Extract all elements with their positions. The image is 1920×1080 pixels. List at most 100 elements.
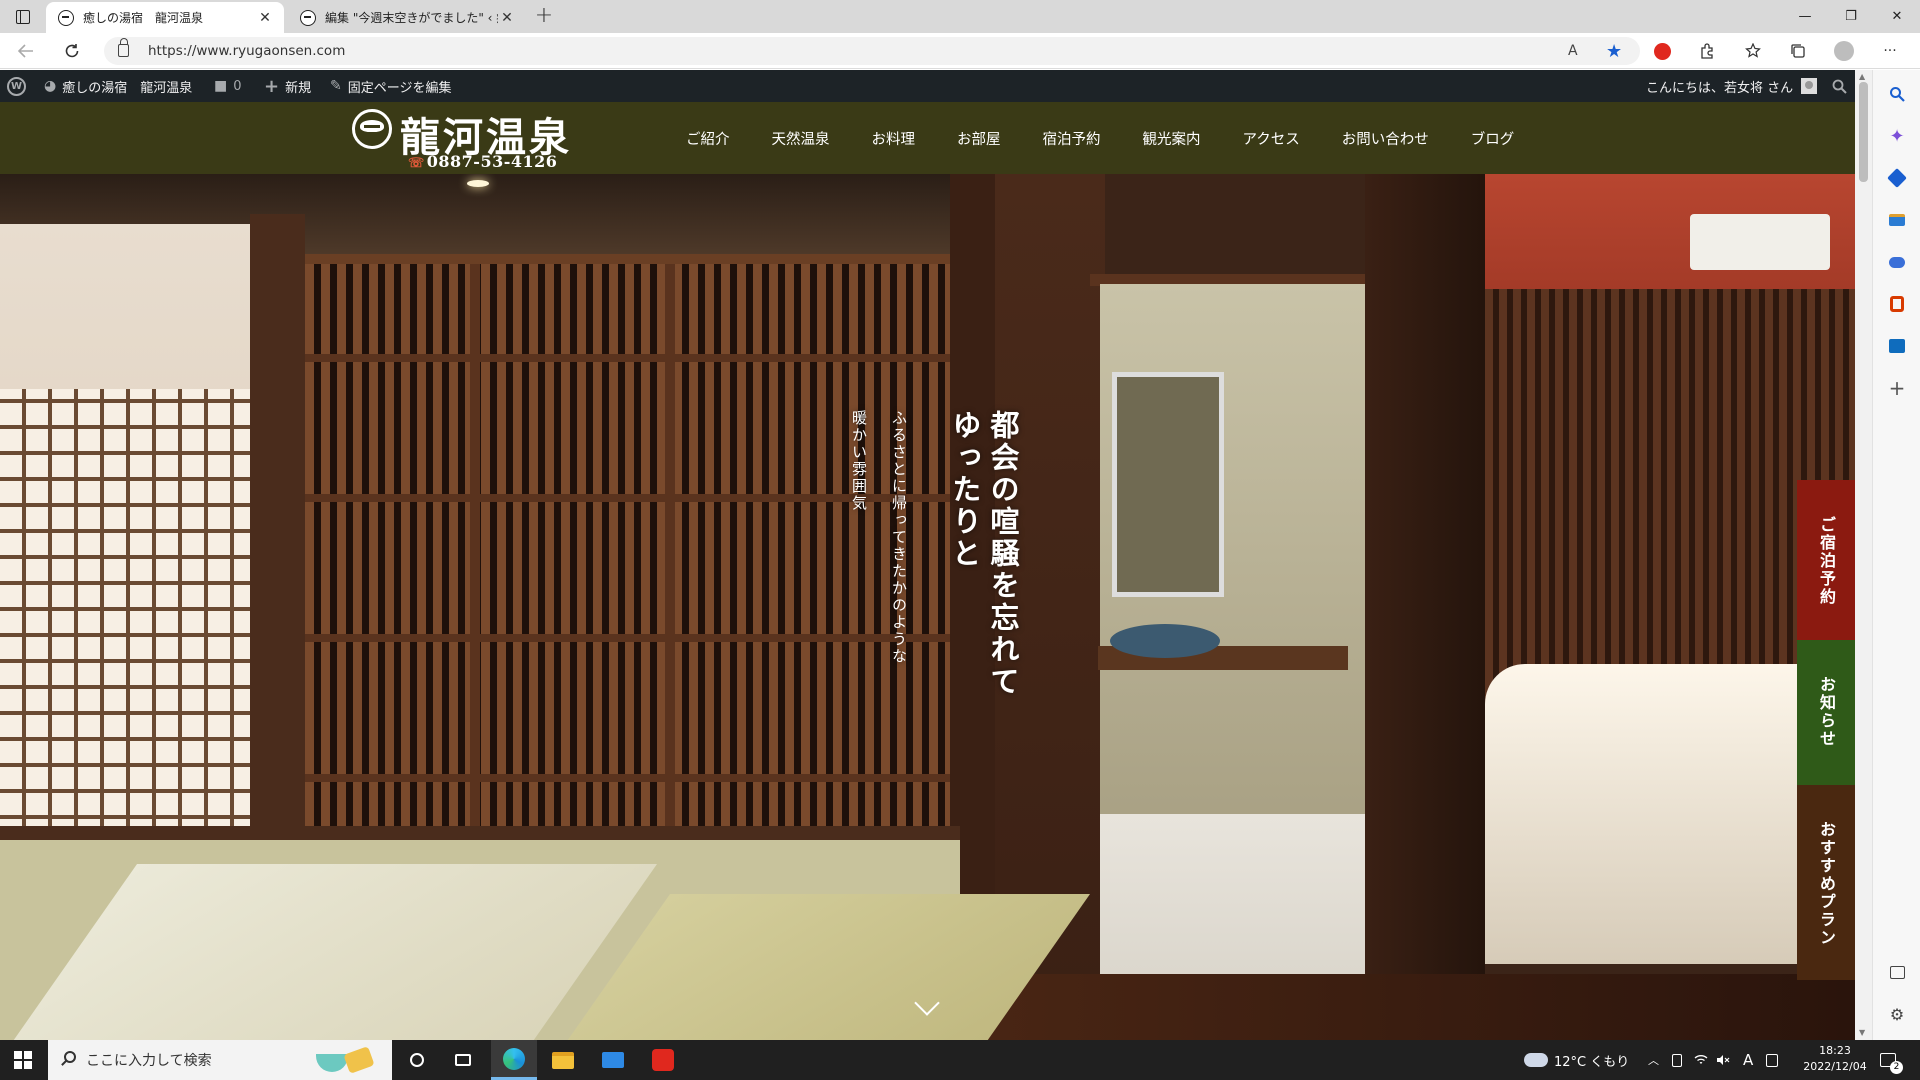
taskbar-mail-app[interactable] xyxy=(590,1040,636,1080)
sidebar-search-icon[interactable] xyxy=(1885,82,1909,106)
nav-item-contact[interactable]: お問い合わせ xyxy=(1321,128,1450,149)
hide-sidebar-icon[interactable] xyxy=(1885,960,1909,984)
phone-number: 0887-53-4126 xyxy=(426,152,558,171)
settings-menu-button[interactable]: ··· xyxy=(1880,41,1900,61)
back-button[interactable] xyxy=(12,39,40,63)
side-tab-recommended-plan[interactable]: おすすめプラン xyxy=(1797,785,1855,980)
tab-close-button[interactable]: ✕ xyxy=(256,10,274,26)
ime-indicator[interactable]: A xyxy=(1743,1040,1753,1080)
taskbar-app-red[interactable] xyxy=(640,1040,686,1080)
network-icon[interactable] xyxy=(1694,1040,1708,1080)
extensions-puzzle-icon[interactable] xyxy=(1697,41,1717,61)
mirror xyxy=(1112,372,1224,597)
page-scrollbar[interactable]: ▲ ▼ xyxy=(1855,70,1872,1040)
comments-count: 0 xyxy=(233,78,242,94)
add-sidebar-app-icon[interactable]: + xyxy=(1885,376,1909,400)
profile-avatar-icon[interactable] xyxy=(1834,41,1854,61)
sidebar-settings-gear-icon[interactable]: ⚙ xyxy=(1885,1002,1909,1026)
site-header: 龍河温泉 ☏ 0887-53-4126 ご紹介 天然温泉 お料理 お部屋 宿泊予約… xyxy=(0,102,1855,174)
tab-close-button[interactable]: ✕ xyxy=(498,10,516,26)
address-bar[interactable]: https://www.ryugaonsen.com A ★ xyxy=(104,37,1640,65)
wp-logo-button[interactable]: W xyxy=(7,70,26,102)
url-text: https://www.ryugaonsen.com xyxy=(148,43,346,59)
taskbar-clock[interactable]: 18:23 2022/12/04 xyxy=(1800,1043,1870,1075)
read-aloud-icon[interactable]: A xyxy=(1568,37,1578,65)
favorite-star-icon[interactable]: ★ xyxy=(1606,37,1622,65)
favorites-icon[interactable] xyxy=(1744,41,1764,61)
notification-bell-icon[interactable] xyxy=(1766,1040,1778,1080)
dashboard-icon: ◕ xyxy=(44,78,57,94)
hero-headline-line2: ゆったりと xyxy=(948,410,982,570)
tab-edit-post[interactable]: 編集 "今週末空きがでました" ‹ 癒し ✕ xyxy=(288,2,526,33)
nav-item-reservation[interactable]: 宿泊予約 xyxy=(1022,128,1122,149)
browser-toolbar: https://www.ryugaonsen.com A ★ ··· xyxy=(0,33,1920,69)
close-window-button[interactable]: ✕ xyxy=(1874,0,1920,33)
site-favicon-icon xyxy=(300,9,316,26)
tab-actions-button[interactable] xyxy=(8,6,38,28)
battery-icon[interactable] xyxy=(1672,1040,1682,1080)
volume-muted-icon[interactable] xyxy=(1716,1040,1730,1080)
tab-actions-icon xyxy=(16,10,30,24)
outlook-icon[interactable] xyxy=(1885,334,1909,358)
clock-time: 18:23 xyxy=(1819,1044,1851,1057)
sink xyxy=(1110,624,1220,658)
nav-item-rooms[interactable]: お部屋 xyxy=(936,128,1022,149)
ryuga-logo-icon[interactable] xyxy=(352,109,392,149)
hero-subtext-line1: ふるさとに帰ってきたかのような xyxy=(890,410,908,665)
taskbar-search-placeholder: ここに入力して検索 xyxy=(86,1053,212,1069)
nav-item-cuisine[interactable]: お料理 xyxy=(851,128,937,149)
wp-site-name-link[interactable]: ◕ 癒しの湯宿 龍河温泉 xyxy=(44,70,192,102)
notification-count: 2 xyxy=(1890,1061,1903,1074)
side-tab-news[interactable]: お知らせ xyxy=(1797,640,1855,785)
wp-new-label: 新規 xyxy=(285,80,312,96)
nav-item-blog[interactable]: ブログ xyxy=(1450,128,1536,149)
wp-new-link[interactable]: + 新規 xyxy=(264,70,311,102)
pencil-icon: ✎ xyxy=(330,78,342,94)
wp-comments-link[interactable]: ■ 0 xyxy=(214,70,242,102)
wp-edit-page-link[interactable]: ✎ 固定ページを編集 xyxy=(330,70,451,102)
cortana-button[interactable] xyxy=(394,1040,440,1080)
copilot-sparkle-icon[interactable]: ✦ xyxy=(1885,124,1909,148)
refresh-button[interactable] xyxy=(58,39,86,63)
new-tab-button[interactable]: + xyxy=(530,4,558,28)
ceiling-lamp xyxy=(467,180,489,187)
wp-account-menu[interactable]: こんにちは、若女将 さん xyxy=(1646,70,1818,102)
taskbar-file-explorer[interactable] xyxy=(540,1040,586,1080)
folder-icon xyxy=(552,1051,574,1069)
extension-red-icon[interactable] xyxy=(1652,41,1672,61)
cortana-circle-icon xyxy=(410,1053,424,1067)
scrollbar-thumb[interactable] xyxy=(1859,82,1868,182)
taskbar-search-box[interactable]: ここに入力して検索 xyxy=(48,1040,392,1080)
nav-item-sightseeing[interactable]: 観光案内 xyxy=(1122,128,1222,149)
office-icon[interactable] xyxy=(1885,292,1909,316)
wordpress-logo-icon: W xyxy=(7,76,26,96)
windows-start-icon[interactable] xyxy=(14,1051,32,1069)
show-hidden-icons-button[interactable]: ︿ xyxy=(1648,1040,1659,1080)
hero-headline-line1: 都会の喧騒を忘れて xyxy=(986,410,1020,698)
restore-button[interactable]: ❐ xyxy=(1828,0,1874,33)
side-tab-reservation[interactable]: ご宿泊予約 xyxy=(1797,480,1855,640)
tab-ryugaonsen[interactable]: 癒しの湯宿 龍河温泉 ✕ xyxy=(46,2,284,33)
minimize-button[interactable]: — xyxy=(1782,0,1828,33)
wp-search-button[interactable] xyxy=(1832,70,1847,102)
nav-item-onsen[interactable]: 天然温泉 xyxy=(751,128,851,149)
nav-item-access[interactable]: アクセス xyxy=(1222,128,1321,149)
nav-item-intro[interactable]: ご紹介 xyxy=(665,128,751,149)
clock-date: 2022/12/04 xyxy=(1803,1060,1867,1073)
task-view-button[interactable] xyxy=(440,1040,486,1080)
weather-widget[interactable]: 12°C くもり xyxy=(1524,1040,1629,1080)
lock-icon xyxy=(118,38,129,57)
user-avatar-icon xyxy=(1801,78,1818,94)
wp-admin-bar: W ◕ 癒しの湯宿 龍河温泉 ■ 0 + 新規 ✎ 固定ページを編集 こんにちは… xyxy=(0,70,1900,102)
action-center-button[interactable]: 2 xyxy=(1880,1040,1903,1080)
collections-icon[interactable] xyxy=(1788,41,1808,61)
scroll-up-arrow-icon[interactable]: ▲ xyxy=(1859,72,1865,81)
games-icon[interactable] xyxy=(1885,250,1909,274)
shopping-tag-icon[interactable] xyxy=(1885,166,1909,190)
tools-briefcase-icon[interactable] xyxy=(1885,208,1909,232)
tab-label: 癒しの湯宿 龍河温泉 xyxy=(83,11,204,25)
refresh-icon xyxy=(65,44,79,58)
wp-site-name: 癒しの湯宿 龍河温泉 xyxy=(62,80,193,96)
taskbar-edge-app[interactable] xyxy=(491,1040,537,1080)
scroll-down-arrow-icon[interactable]: ▼ xyxy=(1859,1028,1865,1037)
